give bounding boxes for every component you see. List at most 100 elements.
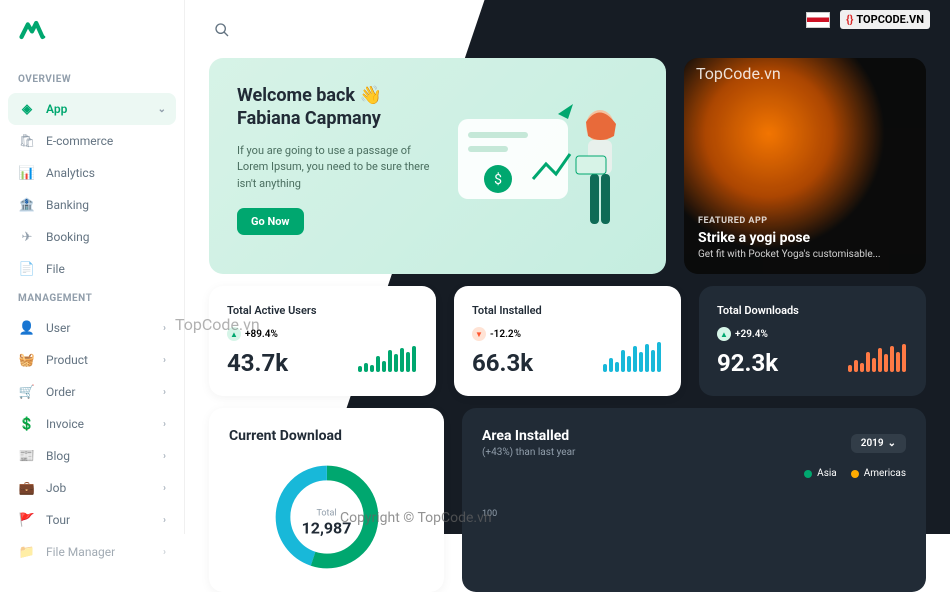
- legend-label: Asia: [817, 468, 837, 479]
- nav-item-order[interactable]: 🛒 Order ›: [0, 376, 184, 408]
- year-selector[interactable]: 2019 ⌄: [851, 434, 906, 453]
- chart-subtitle: (+43%) than last year: [482, 447, 575, 458]
- nav-item-analytics[interactable]: 📊 Analytics: [0, 157, 184, 189]
- stat-change-value: +29.4%: [735, 329, 768, 340]
- sparkline-installed: [603, 342, 663, 372]
- chevron-down-icon: ⌄: [158, 104, 166, 115]
- nav-item-invoice[interactable]: 💲 Invoice ›: [0, 408, 184, 440]
- area-installed-card: Area Installed (+43%) than last year 201…: [462, 408, 926, 592]
- nav-item-booking[interactable]: ✈ Booking: [0, 221, 184, 253]
- welcome-card: Welcome back 👋 Fabiana Capmany If you ar…: [209, 58, 666, 274]
- blog-icon: 📰: [18, 447, 36, 465]
- logo-icon: [18, 16, 46, 44]
- sidebar: OVERVIEW ◈ App ⌄ 🛍 E-commerce 📊 Analytic…: [0, 0, 185, 534]
- legend-item-asia: Asia: [804, 468, 837, 479]
- nav-item-filemanager[interactable]: 📁 File Manager ›: [0, 536, 184, 568]
- nav-label: Tour: [46, 513, 70, 527]
- chart-title: Current Download: [229, 428, 424, 444]
- stat-value: 43.7k: [227, 349, 358, 377]
- nav-label: Product: [46, 353, 88, 367]
- welcome-illustration: $: [438, 84, 638, 248]
- bag-icon: 🛍: [18, 132, 36, 150]
- chevron-right-icon: ›: [163, 323, 166, 334]
- nav-item-ecommerce[interactable]: 🛍 E-commerce: [0, 125, 184, 157]
- section-management-label: MANAGEMENT: [0, 285, 184, 312]
- analytics-icon: 📊: [18, 164, 36, 182]
- nav-label: Job: [46, 481, 66, 495]
- chevron-right-icon: ›: [163, 451, 166, 462]
- trend-down-icon: ▼: [472, 327, 486, 341]
- nav-item-blog[interactable]: 📰 Blog ›: [0, 440, 184, 472]
- current-download-card: Current Download Total 12,987: [209, 408, 444, 592]
- stat-change: ▼ -12.2%: [472, 327, 603, 341]
- topbar-right: {} TOPCODE.VN: [806, 10, 930, 29]
- nav-item-product[interactable]: 🧺 Product ›: [0, 344, 184, 376]
- product-icon: 🧺: [18, 351, 36, 369]
- nav-label: Analytics: [46, 166, 95, 180]
- nav-label: E-commerce: [46, 134, 113, 148]
- featured-app-card[interactable]: TopCode.vn FEATURED APP Strike a yogi po…: [684, 58, 926, 274]
- chevron-right-icon: ›: [163, 355, 166, 366]
- welcome-name: Fabiana Capmany: [237, 107, 438, 130]
- folder-icon: 📁: [18, 543, 36, 561]
- chart-title: Area Installed: [482, 428, 575, 444]
- stat-card-active-users: Total Active Users ▲ +89.4% 43.7k: [209, 286, 436, 396]
- stat-label: Total Downloads: [717, 304, 848, 317]
- featured-desc: Get fit with Pocket Yoga's customisable.…: [698, 249, 912, 260]
- featured-title: Strike a yogi pose: [698, 230, 912, 246]
- nav-label: Banking: [46, 198, 89, 212]
- nav-label: Blog: [46, 449, 70, 463]
- file-icon: 📄: [18, 260, 36, 278]
- chevron-right-icon: ›: [163, 419, 166, 430]
- watermark-overlay: TopCode.vn: [696, 64, 781, 83]
- main-content: Welcome back 👋 Fabiana Capmany If you ar…: [185, 0, 950, 534]
- nav-label: File: [46, 262, 65, 276]
- nav-item-tour[interactable]: 🚩 Tour ›: [0, 504, 184, 536]
- trend-up-icon: ▲: [227, 327, 241, 341]
- year-value: 2019: [861, 438, 884, 449]
- chevron-right-icon: ›: [163, 547, 166, 558]
- language-flag-uk[interactable]: [806, 12, 830, 28]
- stat-change-value: -12.2%: [490, 329, 521, 340]
- stat-card-installed: Total Installed ▼ -12.2% 66.3k: [454, 286, 681, 396]
- trend-up-icon: ▲: [717, 327, 731, 341]
- go-now-button[interactable]: Go Now: [237, 208, 304, 235]
- y-axis-tick: 100: [482, 509, 906, 519]
- donut-center-label: Total: [302, 508, 352, 518]
- nav-item-banking[interactable]: 🏦 Banking: [0, 189, 184, 221]
- nav-label: Booking: [46, 230, 90, 244]
- nav-label: File Manager: [46, 545, 115, 559]
- nav-item-user[interactable]: 👤 User ›: [0, 312, 184, 344]
- chevron-right-icon: ›: [163, 483, 166, 494]
- svg-text:$: $: [494, 171, 502, 188]
- badge-text: TOPCODE.VN: [856, 13, 924, 26]
- donut-chart: Total 12,987: [229, 462, 424, 572]
- welcome-subtitle: If you are going to use a passage of Lor…: [237, 143, 438, 193]
- sparkline-downloads: [848, 344, 908, 372]
- nav-item-job[interactable]: 💼 Job ›: [0, 472, 184, 504]
- stat-change: ▲ +29.4%: [717, 327, 848, 341]
- featured-tag: FEATURED APP: [698, 216, 912, 226]
- nav-label: App: [46, 102, 67, 116]
- bank-icon: 🏦: [18, 196, 36, 214]
- invoice-icon: 💲: [18, 415, 36, 433]
- nav-label: Invoice: [46, 417, 84, 431]
- plane-icon: ✈: [18, 228, 36, 246]
- user-icon: 👤: [18, 319, 36, 337]
- sparkline-active: [358, 346, 418, 372]
- legend-dot: [851, 470, 859, 478]
- stat-label: Total Installed: [472, 304, 603, 317]
- stat-card-downloads: Total Downloads ▲ +29.4% 92.3k: [699, 286, 926, 396]
- nav-item-file[interactable]: 📄 File: [0, 253, 184, 285]
- chevron-right-icon: ›: [163, 387, 166, 398]
- stat-value: 66.3k: [472, 349, 603, 377]
- dashboard-icon: ◈: [18, 100, 36, 118]
- search-button[interactable]: [209, 17, 235, 43]
- flag-icon: 🚩: [18, 511, 36, 529]
- nav-item-app[interactable]: ◈ App ⌄: [8, 93, 176, 125]
- welcome-greeting: Welcome back 👋: [237, 84, 438, 107]
- section-overview-label: OVERVIEW: [0, 66, 184, 93]
- stat-value: 92.3k: [717, 349, 848, 377]
- logo[interactable]: [0, 16, 184, 66]
- code-icon: {}: [846, 13, 853, 26]
